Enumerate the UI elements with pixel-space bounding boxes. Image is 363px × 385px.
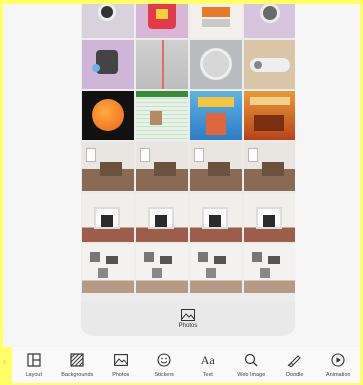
- layout-button[interactable]: Layout: [15, 352, 53, 378]
- layout-label: Layout: [25, 372, 42, 378]
- photo-grid: [81, 4, 295, 293]
- canvas-area: Photos: [3, 4, 360, 347]
- backgrounds-icon: [69, 352, 85, 368]
- smiley-icon: [156, 352, 172, 368]
- photo-picker-panel: Photos: [81, 4, 295, 336]
- photo-thumbnail[interactable]: [82, 142, 134, 191]
- photo-thumbnail[interactable]: [244, 142, 295, 191]
- backgrounds-button[interactable]: Backgrounds: [58, 352, 96, 378]
- photo-thumbnail[interactable]: [244, 40, 295, 89]
- play-icon: [330, 352, 346, 368]
- photos-tab-label: Photos: [178, 323, 198, 329]
- photo-thumbnail[interactable]: [136, 142, 188, 191]
- pen-icon: [287, 352, 303, 368]
- photo-thumbnail[interactable]: [190, 244, 242, 293]
- animation-label: Animation: [326, 372, 351, 378]
- photo-thumbnail[interactable]: [244, 91, 295, 140]
- photo-thumbnail[interactable]: [82, 244, 134, 293]
- photo-thumbnail[interactable]: [244, 193, 295, 242]
- stickers-label: Stickers: [154, 372, 175, 378]
- backgrounds-label: Backgrounds: [61, 372, 94, 378]
- photo-icon: [181, 309, 195, 321]
- photo-thumbnail[interactable]: [190, 142, 242, 191]
- doodle-label: Doodle: [286, 372, 304, 378]
- text-icon: Aa: [200, 353, 215, 367]
- photo-thumbnail[interactable]: [244, 244, 295, 293]
- photo-thumbnail[interactable]: [136, 193, 188, 242]
- photo-thumbnail[interactable]: [190, 40, 242, 89]
- text-button[interactable]: Aa Text: [189, 352, 227, 378]
- stickers-button[interactable]: Stickers: [145, 352, 183, 378]
- animation-button[interactable]: Animation: [319, 352, 357, 378]
- web-image-button[interactable]: Web Image: [232, 352, 270, 378]
- photo-thumbnail[interactable]: [82, 40, 134, 89]
- photo-thumbnail[interactable]: [82, 193, 134, 242]
- photo-thumbnail[interactable]: [244, 4, 295, 38]
- photo-thumbnail[interactable]: [190, 193, 242, 242]
- photo-thumbnail[interactable]: [136, 4, 188, 38]
- search-icon: [243, 352, 259, 368]
- photo-thumbnail[interactable]: [82, 91, 134, 140]
- layout-icon: [26, 352, 42, 368]
- web-image-label: Web Image: [237, 372, 266, 378]
- photo-thumbnail[interactable]: [190, 4, 242, 38]
- photo-thumbnail[interactable]: [136, 40, 188, 89]
- text-label: Text: [202, 372, 213, 378]
- chevron-left-icon[interactable]: ‹: [3, 357, 6, 366]
- bottom-toolbar: Layout Backgrounds Photos Stickers Aa Text Web…: [12, 347, 360, 383]
- photo-icon: [113, 352, 129, 368]
- photo-thumbnail[interactable]: [190, 91, 242, 140]
- photo-thumbnail[interactable]: [136, 244, 188, 293]
- photos-tab[interactable]: Photos: [81, 302, 295, 336]
- photos-label: Photos: [112, 372, 130, 378]
- doodle-button[interactable]: Doodle: [276, 352, 314, 378]
- photo-thumbnail[interactable]: [136, 91, 188, 140]
- photo-thumbnail[interactable]: [82, 4, 134, 38]
- photos-button[interactable]: Photos: [102, 352, 140, 378]
